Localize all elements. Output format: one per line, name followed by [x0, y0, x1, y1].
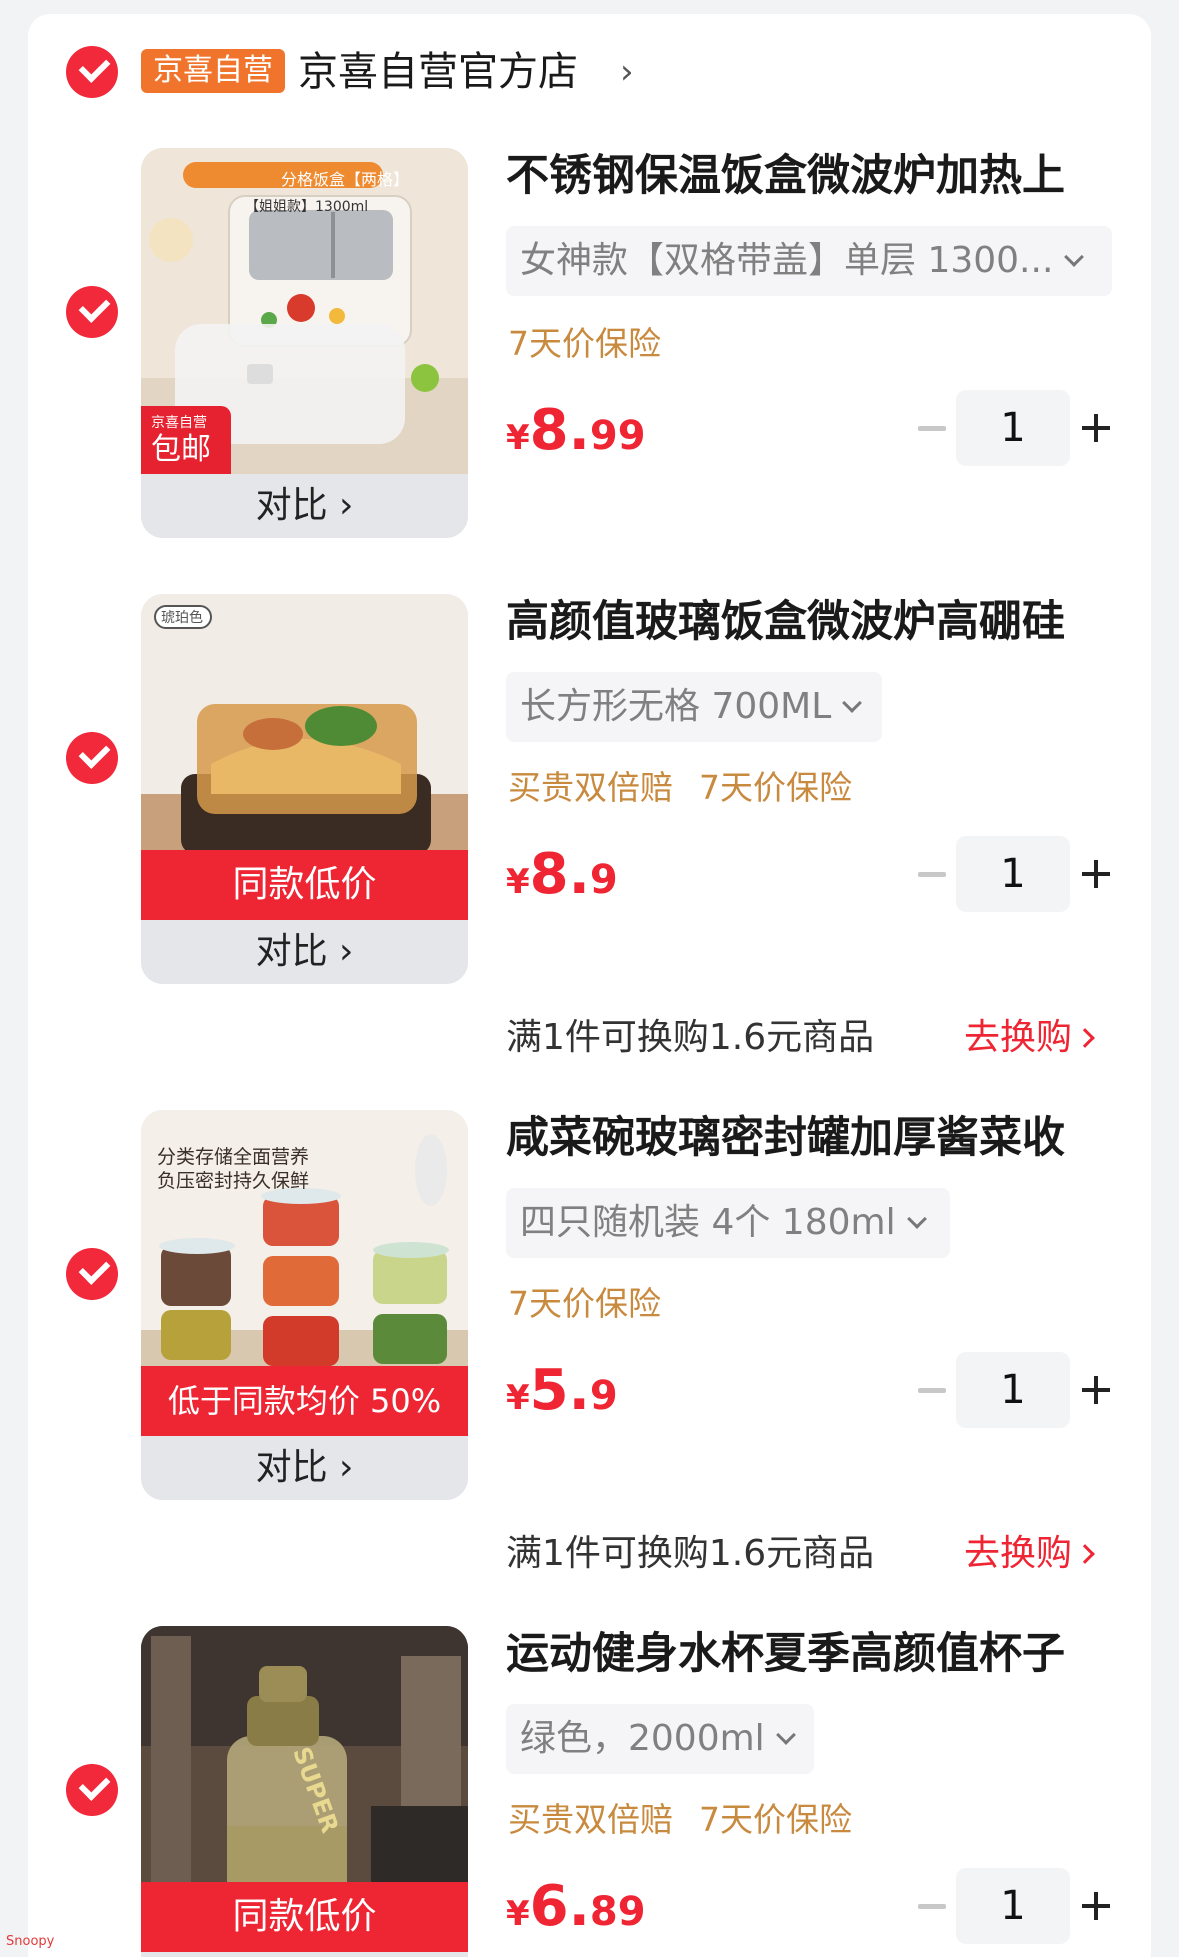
increase-qty-button[interactable]: [1082, 414, 1110, 442]
chevron-right-icon[interactable]: ›: [620, 52, 634, 92]
item-select-checkbox[interactable]: [66, 1248, 118, 1300]
quantity-input[interactable]: 1: [956, 1868, 1070, 1944]
spec-selector[interactable]: 绿色，2000ml: [506, 1704, 814, 1774]
exchange-promo-link[interactable]: 去换购: [964, 1014, 1095, 1062]
chevron-down-icon: [906, 1209, 927, 1229]
chevron-down-icon: [1064, 247, 1085, 267]
increase-qty-button[interactable]: [1082, 860, 1110, 888]
exchange-promo-link[interactable]: 去换购: [964, 1530, 1095, 1578]
shop-name[interactable]: 京喜自营官方店: [298, 46, 578, 98]
product-image[interactable]: 分类存储全面营养 负压密封持久保鲜 低于同款均价 50% 对比 ›: [141, 1110, 468, 1500]
compare-button[interactable]: 对比 ›: [141, 474, 468, 538]
shop-badge: 京喜自营: [141, 49, 285, 93]
watermark: Snoopy: [6, 1934, 55, 1949]
image-label: 分格饭盒【两格】: [281, 170, 410, 189]
service-tags: 7天价保险: [508, 324, 661, 363]
spec-selector[interactable]: 四只随机装 4个 180ml: [506, 1188, 950, 1258]
product-price: ¥5.9: [506, 1358, 618, 1423]
shop-select-checkbox[interactable]: [66, 46, 118, 98]
item-select-checkbox[interactable]: [66, 732, 118, 784]
product-title[interactable]: 咸菜碗玻璃密封罐加厚酱菜收: [506, 1110, 1126, 1166]
service-tags: 买贵双倍赔 7天价保险: [508, 768, 852, 807]
exchange-promo-text: 满1件可换购1.6元商品: [506, 1017, 875, 1058]
quantity-input[interactable]: 1: [956, 1352, 1070, 1428]
product-price: ¥8.99: [506, 398, 646, 463]
decrease-qty-button[interactable]: [918, 426, 946, 431]
exchange-promo-text: 满1件可换购1.6元商品: [506, 1533, 875, 1574]
compare-button[interactable]: 对比 ›: [141, 920, 468, 984]
product-image[interactable]: 分格饭盒【两格】 【姐姐款】1300ml 京喜自营 包邮 对比 ›: [141, 148, 468, 538]
service-tags: 买贵双倍赔 7天价保险: [508, 1800, 852, 1839]
product-price: ¥6.89: [506, 1874, 646, 1939]
decrease-qty-button[interactable]: [918, 872, 946, 877]
same-style-low-price-banner: 同款低价: [141, 850, 468, 920]
image-text-line2: 负压密封持久保鲜: [157, 1170, 310, 1192]
color-tag: 琥珀色: [161, 610, 203, 626]
compare-button[interactable]: 对比 ›: [141, 1436, 468, 1500]
decrease-qty-button[interactable]: [918, 1904, 946, 1909]
image-sublabel: 【姐姐款】1300ml: [245, 199, 369, 215]
same-style-low-price-banner: 同款低价: [141, 1882, 468, 1952]
product-title[interactable]: 运动健身水杯夏季高颜值杯子: [506, 1626, 1126, 1682]
product-price: ¥8.9: [506, 842, 618, 907]
chevron-down-icon: [842, 693, 863, 713]
free-shipping-badge: 京喜自营 包邮: [141, 406, 231, 474]
chevron-right-icon: [1075, 1028, 1095, 1048]
increase-qty-button[interactable]: [1082, 1376, 1110, 1404]
spec-selector[interactable]: 女神款【双格带盖】单层 1300...: [506, 226, 1112, 296]
image-text-line1: 分类存储全面营养: [157, 1146, 310, 1168]
spec-selector[interactable]: 长方形无格 700ML: [506, 672, 882, 742]
product-title[interactable]: 不锈钢保温饭盒微波炉加热上: [506, 148, 1126, 204]
chevron-down-icon: [775, 1725, 796, 1745]
chevron-right-icon: [1075, 1544, 1095, 1564]
item-select-checkbox[interactable]: [66, 286, 118, 338]
increase-qty-button[interactable]: [1082, 1892, 1110, 1920]
product-title[interactable]: 高颜值玻璃饭盒微波炉高硼硅: [506, 594, 1126, 650]
product-image[interactable]: 琥珀色 同款低价 对比 ›: [141, 594, 468, 984]
service-tags: 7天价保险: [508, 1284, 661, 1323]
product-image[interactable]: SUPER 同款低价: [141, 1626, 468, 1957]
decrease-qty-button[interactable]: [918, 1388, 946, 1393]
below-average-price-banner: 低于同款均价 50%: [141, 1366, 468, 1436]
quantity-input[interactable]: 1: [956, 836, 1070, 912]
quantity-input[interactable]: 1: [956, 390, 1070, 466]
item-select-checkbox[interactable]: [66, 1764, 118, 1816]
